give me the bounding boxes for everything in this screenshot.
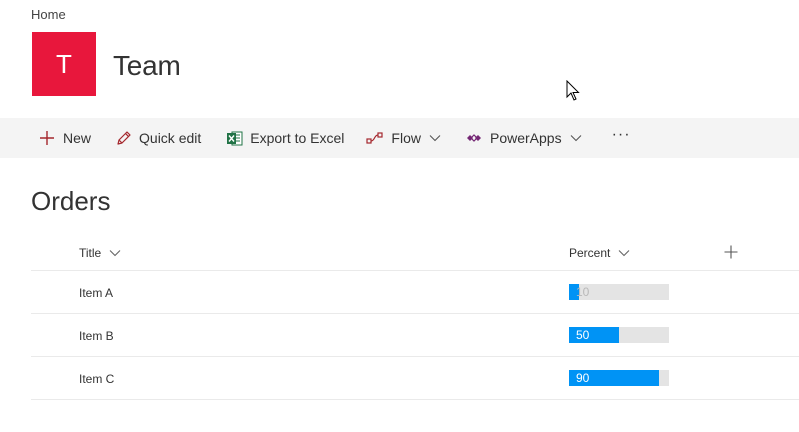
percent-bar: 90 (569, 370, 669, 386)
list-table: Title Percent Item A 10 Item B 50 Item C… (31, 235, 799, 400)
site-logo[interactable]: T (32, 32, 96, 96)
percent-bar-value: 90 (576, 371, 590, 385)
plus-icon (38, 129, 56, 147)
flow-button[interactable]: Flow (366, 118, 441, 158)
add-column-button[interactable] (724, 235, 738, 271)
chevron-down-icon (429, 134, 441, 142)
column-header-title-label: Title (79, 246, 102, 260)
export-to-excel-button[interactable]: Export to Excel (225, 118, 344, 158)
percent-bar: 10 (569, 284, 669, 300)
mouse-pointer-icon (566, 80, 580, 101)
powerapps-button[interactable]: PowerApps (465, 118, 582, 158)
row-title[interactable]: Item B (79, 314, 114, 357)
percent-bar-value: 50 (576, 328, 590, 342)
flow-label: Flow (391, 130, 421, 146)
site-logo-letter: T (56, 48, 72, 79)
more-options-button[interactable]: ··· (612, 118, 631, 158)
quick-edit-button[interactable]: Quick edit (114, 118, 201, 158)
row-title[interactable]: Item C (79, 357, 114, 400)
site-title[interactable]: Team (113, 50, 181, 82)
table-header: Title Percent (31, 235, 799, 271)
new-button-label: New (63, 130, 92, 146)
excel-icon (225, 129, 243, 147)
percent-bar-value: 10 (576, 285, 590, 299)
chevron-down-icon (570, 134, 582, 142)
command-bar: New Quick edit Export to Excel Flow Powe… (0, 118, 799, 158)
powerapps-label: PowerApps (489, 130, 562, 146)
table-row[interactable]: Item C 90 (31, 357, 799, 400)
chevron-down-icon (618, 249, 630, 257)
new-button[interactable]: New (38, 118, 91, 158)
chevron-down-icon (109, 249, 121, 257)
plus-icon (724, 245, 738, 262)
pencil-icon (114, 129, 132, 147)
row-title[interactable]: Item A (79, 271, 113, 314)
column-header-title[interactable]: Title (79, 235, 121, 271)
export-to-excel-label: Export to Excel (250, 130, 345, 146)
column-header-percent-label: Percent (569, 246, 611, 260)
table-row[interactable]: Item A 10 (31, 271, 799, 314)
list-title: Orders (31, 186, 111, 216)
quick-edit-label: Quick edit (139, 130, 202, 146)
breadcrumb[interactable]: Home (31, 7, 66, 22)
table-row[interactable]: Item B 50 (31, 314, 799, 357)
powerapps-icon (465, 129, 483, 147)
column-header-percent[interactable]: Percent (569, 235, 630, 271)
flow-icon (366, 129, 384, 147)
percent-bar: 50 (569, 327, 669, 343)
